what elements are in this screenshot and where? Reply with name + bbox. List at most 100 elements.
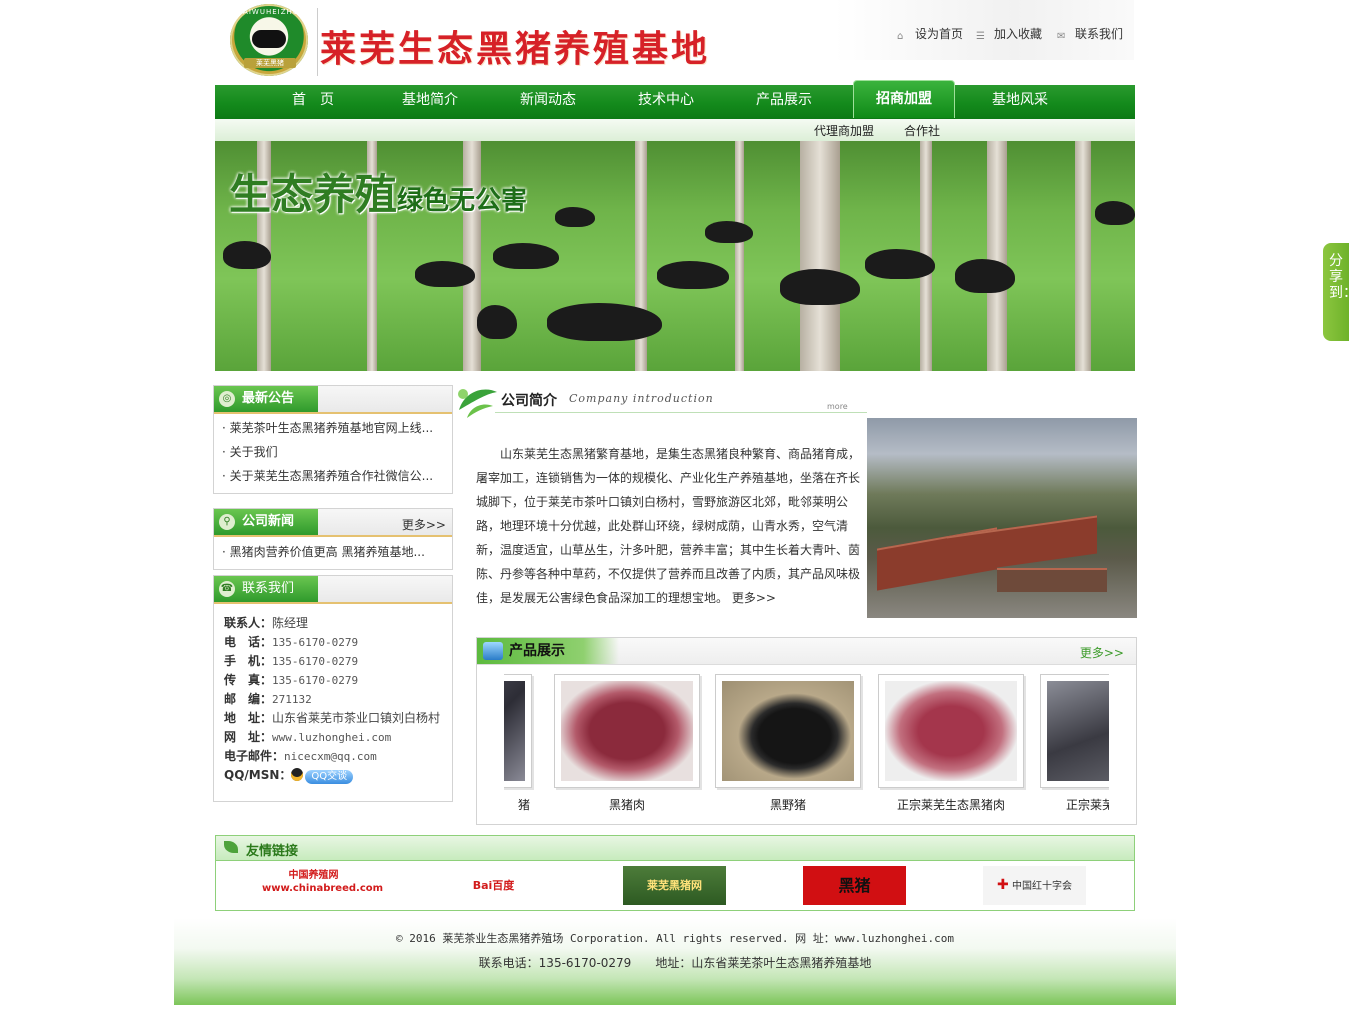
farm-photo: [867, 418, 1137, 618]
friend-links-title: 友情链接: [246, 844, 299, 859]
nav-home[interactable]: 首 页: [263, 85, 363, 119]
notice-item[interactable]: · 关于我们: [214, 440, 452, 464]
news-item[interactable]: · 黑猪肉营养价值更高 黑猪养殖基地...: [214, 540, 452, 564]
qq-chat-button[interactable]: QQ交谈: [305, 770, 354, 784]
product-showcase: 产品展示 更多>> 猪 黑猪肉 黑野猪 正宗莱芜生态黑猪肉 正宗莱芜: [476, 637, 1137, 825]
intro-more-link[interactable]: 更多>>: [732, 591, 776, 605]
pig-figure: [780, 269, 860, 305]
link-baidu[interactable]: Bai百度: [442, 866, 545, 905]
link-chinabreed[interactable]: 中国养殖网 www.chinabreed.com: [262, 866, 383, 905]
footer-copyright-text: © 2016 莱芜茶业生态黑猪养殖场 Corporation. All righ…: [396, 932, 954, 945]
tree-trunk: [800, 141, 840, 371]
pig-figure: [415, 261, 475, 287]
product-more-link[interactable]: 更多>>: [1080, 644, 1124, 661]
nav-tech[interactable]: 技术中心: [616, 85, 716, 119]
tree-trunk: [1075, 141, 1091, 371]
nav-news[interactable]: 新闻动态: [498, 85, 598, 119]
share-label: 分享到：: [1329, 253, 1349, 301]
contact-email-link[interactable]: nicecxm@qq.com: [284, 750, 377, 763]
notice-item[interactable]: · 关于莱芜生态黑猪养殖合作社微信公...: [214, 464, 452, 488]
contact-value: 271132: [272, 693, 312, 706]
banner-tagline: 绿色无公害: [397, 186, 528, 216]
contact-website: 网 址：www.luzhonghei.com: [214, 728, 452, 747]
pig-figure: [555, 207, 595, 227]
contact-postcode: 邮 编：271132: [214, 690, 452, 709]
home-icon: ⌂: [897, 31, 904, 42]
farm-roof: [947, 515, 1097, 575]
farm-roof: [997, 568, 1107, 592]
product-card[interactable]: 黑猪肉: [554, 674, 700, 813]
intro-more-small[interactable]: more: [827, 402, 848, 411]
set-homepage-link[interactable]: ⌂ 设为首页: [897, 25, 963, 42]
product-carousel: 猪 黑猪肉 黑野猪 正宗莱芜生态黑猪肉 正宗莱芜: [504, 674, 1109, 819]
pig-figure: [955, 259, 1015, 293]
notice-item[interactable]: · 莱芜茶叶生态黑猪养殖基地官网上线...: [214, 416, 452, 440]
contact-label: 手 机：: [224, 654, 273, 668]
contact-tab: ☎ 联系我们: [214, 576, 318, 602]
sub-nav: 代理商加盟 合作社: [215, 119, 1135, 142]
intro-title: 公司简介: [501, 393, 557, 409]
product-thumb: [561, 681, 693, 781]
pig-figure: [705, 221, 753, 243]
product-card[interactable]: 正宗莱芜生态黑猪肉: [878, 674, 1024, 813]
product-card[interactable]: 黑野猪: [715, 674, 861, 813]
link-laiwu-heizhu[interactable]: 莱芜黑猪网: [623, 866, 726, 905]
product-thumb-frame: [715, 674, 861, 788]
mail-icon: ✉: [1057, 31, 1066, 42]
nav-join-active[interactable]: 招商加盟: [853, 80, 955, 118]
intro-title-en: Company introduction: [569, 392, 714, 405]
logo-arc-text: LAIWUHEIZHU: [238, 8, 299, 16]
red-cross-label: 中国红十字会: [1011, 881, 1072, 892]
nav-products[interactable]: 产品展示: [734, 85, 834, 119]
product-name: 正宗莱芜生态黑猪肉: [896, 798, 1005, 812]
contact-mobile: 手 机：135-6170-0279: [214, 652, 452, 671]
logo-divider: [317, 8, 318, 76]
notice-tab: ◎ 最新公告: [214, 386, 318, 412]
contact-phone: 电 话：135-6170-0279: [214, 633, 452, 652]
subnav-agent-join[interactable]: 代理商加盟: [814, 122, 874, 139]
pig-icon: [252, 30, 286, 48]
news-more-link[interactable]: 更多>>: [402, 516, 446, 533]
hero-banner: 生态养殖绿色无公害: [215, 141, 1135, 371]
contact-label: 联系人：: [224, 616, 273, 630]
product-thumb-frame: [1040, 674, 1109, 788]
contact-value: 山东省莱芜市茶业口镇刘白杨村: [272, 711, 441, 725]
product-name: 猪: [517, 798, 530, 812]
pig-figure: [657, 261, 729, 289]
link-heizhu[interactable]: 黑猪: [803, 866, 906, 905]
contact-list: 联系人：陈经理 电 话：135-6170-0279 手 机：135-6170-0…: [214, 604, 452, 785]
nav-about[interactable]: 基地简介: [380, 85, 480, 119]
contact-us-link[interactable]: ✉ 联系我们: [1057, 25, 1123, 42]
product-thumb: [504, 681, 525, 781]
news-tab: ⚲ 公司新闻: [214, 509, 318, 535]
contact-title: 联系我们: [242, 581, 295, 596]
add-favorite-label: 加入收藏: [994, 27, 1043, 41]
product-thumb-frame: [504, 674, 532, 788]
product-card[interactable]: 猪: [504, 674, 532, 813]
pig-figure: [547, 303, 662, 341]
add-favorite-link[interactable]: ☰ 加入收藏: [976, 25, 1042, 42]
contact-qq: QQ/MSN： QQ交谈: [214, 766, 452, 785]
friend-links-header: 友情链接: [216, 836, 1134, 861]
news-header: ⚲ 公司新闻 更多>>: [214, 509, 452, 537]
contact-website-link[interactable]: www.luzhonghei.com: [272, 731, 391, 744]
contact-label: 网 址：: [224, 730, 273, 744]
share-tab[interactable]: 分享到：: [1323, 243, 1349, 341]
link-red-cross[interactable]: ✚ 中国红十字会: [983, 866, 1086, 905]
tree-trunk: [735, 141, 744, 371]
tree-trunk: [987, 141, 1007, 371]
notice-box: ◎ 最新公告 · 莱芜茶叶生态黑猪养殖基地官网上线... · 关于我们 · 关于莱…: [213, 385, 453, 494]
news-list: · 黑猪肉营养价值更高 黑猪养殖基地...: [214, 537, 452, 564]
product-card[interactable]: 正宗莱芜: [1040, 674, 1109, 813]
phone-icon: ☎: [219, 581, 235, 597]
site-footer: © 2016 莱芜茶业生态黑猪养殖场 Corporation. All righ…: [174, 918, 1176, 1005]
pig-figure: [477, 305, 517, 339]
contact-label: 电子邮件：: [224, 749, 285, 763]
pig-figure: [865, 249, 935, 279]
nav-gallery[interactable]: 基地风采: [970, 85, 1070, 119]
subnav-cooperative[interactable]: 合作社: [904, 122, 940, 139]
product-tab: 产品展示: [477, 638, 619, 664]
pig-figure: [493, 243, 559, 269]
leaf-icon: [458, 389, 497, 418]
contact-value: 陈经理: [272, 616, 309, 630]
